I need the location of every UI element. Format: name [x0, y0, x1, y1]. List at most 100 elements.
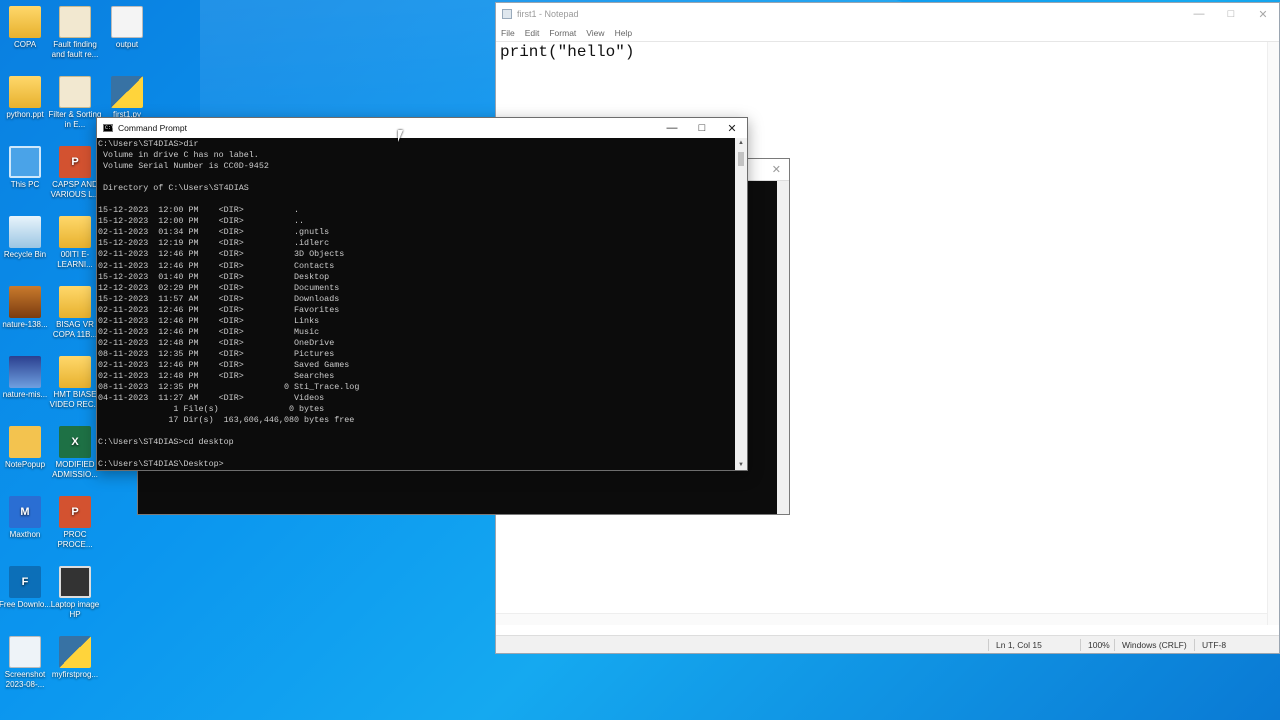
desktop-icon[interactable]: first1.py [100, 76, 154, 120]
menu-edit[interactable]: Edit [525, 28, 540, 38]
desktop-icon[interactable]: BISAG VR COPA 11B... [48, 286, 102, 340]
desktop-icon[interactable]: 00ITI E-LEARNI... [48, 216, 102, 270]
desktop-icon[interactable]: Recycle Bin [0, 216, 52, 260]
desktop-icon-glyph [9, 636, 41, 668]
scroll-down-icon[interactable]: ▼ [735, 460, 747, 470]
console-line: Volume in drive C has no label. [98, 150, 259, 161]
desktop-icon-label: HMT BIASE VIDEO REC... [49, 390, 101, 409]
close-icon[interactable]: ✕ [1247, 3, 1279, 25]
desktop-icon[interactable]: nature-138... [0, 286, 52, 330]
console-line: 08-11-2023 12:35 PM 0 Sti_Trace.log [98, 382, 360, 393]
close-icon[interactable]: ✕ [717, 118, 747, 138]
console-line: 02-11-2023 12:46 PM <DIR> Saved Games [98, 359, 350, 370]
status-cursor-position: Ln 1, Col 15 [996, 640, 1042, 650]
desktop-icon[interactable]: This PC [0, 146, 52, 190]
desktop-icon-label: BISAG VR COPA 11B... [52, 320, 98, 339]
console-line: 02-11-2023 12:46 PM <DIR> Favorites [98, 304, 340, 315]
command-prompt-window[interactable]: C:\ Command Prompt — □ ✕ C:\Users\ST4DIA… [96, 117, 748, 471]
console-line: 08-11-2023 12:35 PM <DIR> Pictures [98, 348, 335, 359]
notepad-title-bar[interactable]: first1 - Notepad — □ ✕ [496, 3, 1279, 25]
minimize-icon[interactable]: — [657, 118, 687, 138]
desktop-icon-glyph [59, 216, 91, 248]
menu-help[interactable]: Help [615, 28, 632, 38]
desktop-icon[interactable]: Fault finding and fault re... [48, 6, 102, 60]
desktop-icon-glyph [9, 216, 41, 248]
console-line: 02-11-2023 12:46 PM <DIR> 3D Objects [98, 249, 345, 260]
console-line: 1 File(s) 0 bytes [98, 404, 325, 415]
command-prompt-output[interactable]: C:\Users\ST4DIAS>dir Volume in drive C h… [97, 138, 735, 470]
console-line: C:\Users\ST4DIAS\Desktop> [98, 459, 224, 470]
notepad-content[interactable]: print("hello") [500, 43, 634, 61]
desktop-icon-glyph [111, 76, 143, 108]
maximize-icon[interactable]: □ [687, 118, 717, 138]
desktop-icon[interactable]: P CAPSP AND VARIOUS L... [48, 146, 102, 200]
scroll-up-icon[interactable]: ▲ [735, 138, 747, 148]
cmd-app-icon: C:\ [103, 124, 115, 132]
console-line: 15-12-2023 12:19 PM <DIR> .idlerc [98, 238, 330, 249]
desktop-icon[interactable]: F Free Downlo... [0, 566, 52, 610]
desktop-icon[interactable]: output [100, 6, 154, 50]
desktop-icon[interactable]: X MODIFIED ADMISSIO... [48, 426, 102, 480]
command-prompt-title: Command Prompt [118, 123, 187, 133]
desktop-icon-glyph [59, 6, 91, 38]
desktop-icon-label: MODIFIED ADMISSIO... [52, 460, 98, 479]
desktop-icon[interactable]: Screenshot 2023-08-... [0, 636, 52, 690]
desktop-icon-glyph [9, 6, 41, 38]
desktop-icon-label: myfirstprog... [51, 670, 99, 679]
status-zoom: 100% [1088, 640, 1110, 650]
desktop-icon-label: CAPSP AND VARIOUS L... [50, 180, 100, 199]
status-encoding: UTF-8 [1202, 640, 1227, 650]
desktop-icon-label: nature-mis... [2, 390, 48, 399]
notepad-title: first1 - Notepad [517, 9, 579, 19]
menu-file[interactable]: File [501, 28, 515, 38]
menu-view[interactable]: View [586, 28, 604, 38]
notepad-horizontal-scrollbar[interactable] [496, 613, 1267, 625]
desktop-icon[interactable]: NotePopup [0, 426, 52, 470]
menu-format[interactable]: Format [549, 28, 576, 38]
desktop-icon[interactable]: Laptop image HP [48, 566, 102, 620]
minimize-icon[interactable]: — [1183, 3, 1215, 25]
close-icon[interactable]: ✕ [772, 163, 781, 176]
desktop-icon[interactable]: M Maxthon [0, 496, 52, 540]
command-prompt-scrollbar[interactable]: ▲ ▼ [735, 138, 747, 470]
desktop-icon-glyph: M [9, 496, 41, 528]
desktop-icon-glyph [59, 636, 91, 668]
desktop-icon-label: 00ITI E-LEARNI... [57, 250, 93, 269]
desktop-icon-glyph: X [59, 426, 91, 458]
desktop-icon-label: Screenshot 2023-08-... [4, 670, 46, 689]
maximize-icon[interactable]: □ [1215, 3, 1247, 25]
desktop-icon-label: nature-138... [2, 320, 48, 329]
desktop-icon[interactable]: nature-mis... [0, 356, 52, 400]
desktop-icon[interactable]: COPA [0, 6, 52, 50]
desktop-icon[interactable]: P PROC PROCE... [48, 496, 102, 550]
desktop-icon-label: python.ppt [6, 110, 44, 119]
background-console-scrollbar[interactable] [777, 181, 789, 514]
desktop-icon-glyph: F [9, 566, 41, 598]
console-line: 02-11-2023 12:46 PM <DIR> Contacts [98, 260, 335, 271]
mouse-pointer-icon [398, 130, 403, 142]
console-line: C:\Users\ST4DIAS>dir [98, 139, 199, 149]
desktop-icon-label: PROC PROCE... [57, 530, 93, 549]
console-line: 02-11-2023 12:46 PM <DIR> Links [98, 315, 320, 326]
command-prompt-title-bar[interactable]: C:\ Command Prompt — □ ✕ [97, 118, 747, 138]
scroll-thumb[interactable] [738, 152, 744, 166]
console-line: 02-11-2023 12:48 PM <DIR> OneDrive [98, 337, 335, 348]
console-line: Directory of C:\Users\ST4DIAS [98, 183, 249, 194]
status-separator [988, 639, 989, 651]
notepad-vertical-scrollbar[interactable] [1267, 42, 1279, 625]
desktop-icon-glyph [59, 566, 91, 598]
desktop-icon[interactable]: Filter & Sorting in E... [48, 76, 102, 130]
desktop-icon-glyph [59, 286, 91, 318]
desktop-icon-glyph [9, 76, 41, 108]
notepad-menu-bar: File Edit Format View Help [496, 25, 1279, 41]
console-line: 15-12-2023 01:40 PM <DIR> Desktop [98, 271, 330, 282]
desktop-icon-glyph [59, 356, 91, 388]
console-line: Volume Serial Number is CC0D-9452 [98, 161, 269, 172]
desktop-icon[interactable]: python.ppt [0, 76, 52, 120]
desktop-icon[interactable]: myfirstprog... [48, 636, 102, 680]
console-line: 02-11-2023 12:48 PM <DIR> Searches [98, 370, 335, 381]
desktop-icon[interactable]: HMT BIASE VIDEO REC... [48, 356, 102, 410]
